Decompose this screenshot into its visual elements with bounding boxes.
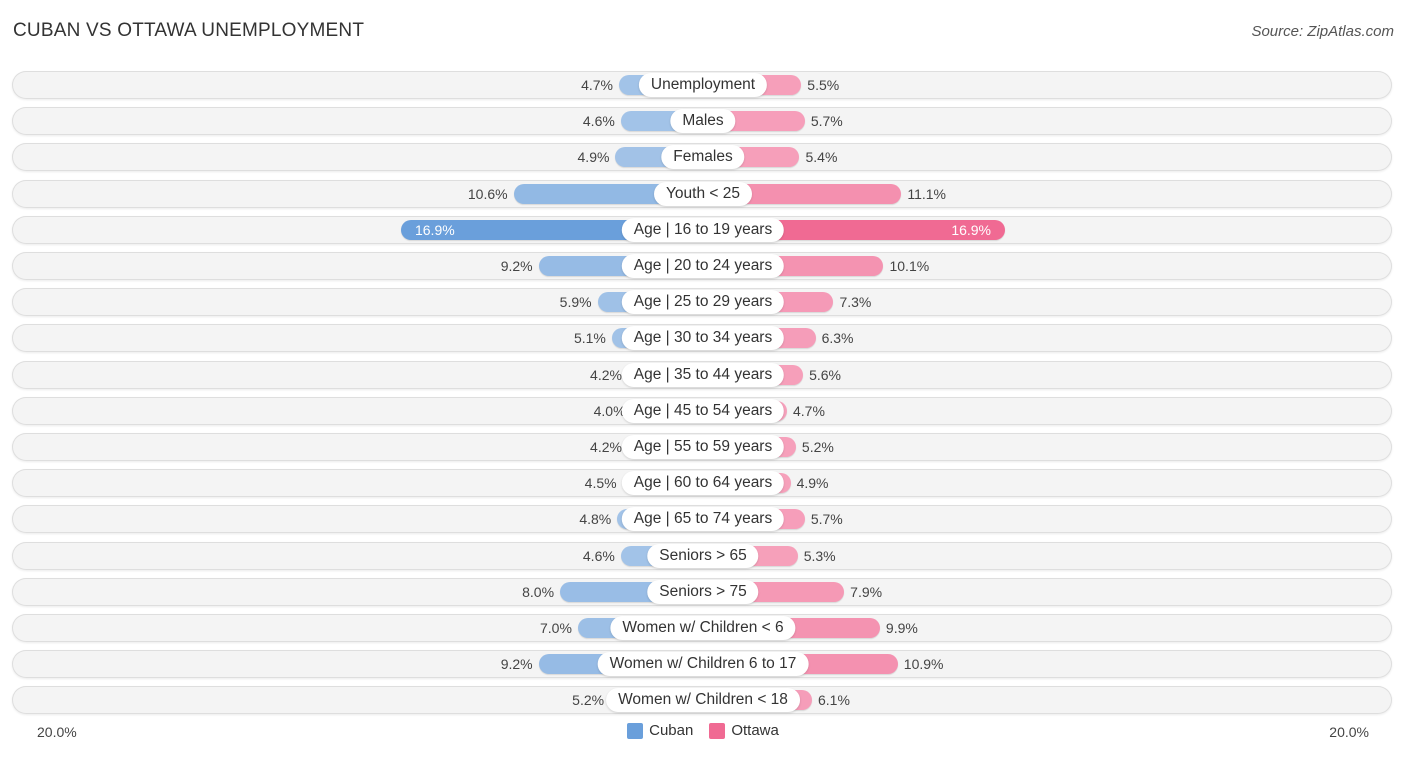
value-label-cuban: 16.9% — [414, 221, 455, 238]
legend-swatch-ottawa — [709, 722, 726, 739]
value-label-cuban: 8.0% — [522, 583, 555, 600]
value-label-ottawa: 5.7% — [810, 113, 843, 130]
value-label-ottawa: 5.6% — [809, 366, 841, 383]
category-label: Age | 16 to 19 years — [621, 217, 785, 242]
category-label: Females — [661, 145, 745, 170]
value-label-cuban: 4.7% — [581, 77, 614, 93]
category-label: Age | 55 to 59 years — [621, 435, 785, 459]
category-label: Age | 20 to 24 years — [621, 254, 785, 278]
value-label-cuban: 5.2% — [572, 692, 605, 709]
value-label-ottawa: 7.9% — [850, 583, 883, 600]
category-label: Seniors > 65 — [647, 543, 759, 568]
category-label: Age | 60 to 64 years — [621, 471, 785, 496]
value-label-cuban: 4.5% — [584, 475, 617, 492]
value-label-cuban: 4.0% — [593, 402, 626, 419]
legend-label-cuban: Cuban — [649, 722, 694, 739]
value-label-cuban: 9.2% — [500, 656, 533, 673]
value-label-ottawa: 11.1% — [907, 185, 947, 202]
category-label: Age | 30 to 34 years — [621, 326, 785, 351]
value-label-ottawa: 5.3% — [803, 547, 836, 564]
category-label: Youth < 25 — [654, 181, 752, 206]
category-label: Women w/ Children < 6 — [610, 616, 796, 640]
value-label-ottawa: 10.1% — [889, 258, 930, 274]
category-label: Age | 45 to 54 years — [621, 398, 785, 423]
value-label-ottawa: 4.7% — [792, 402, 825, 419]
value-label-cuban: 4.6% — [582, 547, 615, 564]
value-label-cuban: 4.8% — [579, 511, 612, 528]
value-label-cuban: 5.9% — [559, 294, 592, 311]
value-label-cuban: 4.2% — [590, 366, 622, 383]
category-label: Women w/ Children 6 to 17 — [597, 652, 809, 677]
value-label-cuban: 4.9% — [577, 149, 610, 166]
category-label: Seniors > 75 — [647, 579, 759, 604]
value-label-ottawa: 7.3% — [839, 294, 872, 311]
value-label-cuban: 9.2% — [500, 258, 533, 274]
value-label-ottawa: 10.9% — [903, 656, 944, 673]
legend-swatch-cuban — [627, 722, 644, 739]
value-label-cuban: 7.0% — [540, 620, 572, 636]
legend-item-cuban[interactable]: Cuban — [627, 722, 693, 739]
legend-label-ottawa: Ottawa — [731, 722, 779, 739]
diverging-bar-chart: 4.7% 5.5% Unemployment 4.6% 5.7% Males 4.9% 5.4… — [0, 0, 1406, 757]
value-label-ottawa: 5.2% — [801, 439, 834, 455]
value-label-cuban: 4.6% — [582, 113, 615, 130]
value-label-ottawa: 9.9% — [885, 620, 918, 636]
value-label-ottawa: 4.9% — [796, 475, 829, 492]
value-label-cuban: 5.1% — [573, 330, 606, 347]
value-label-ottawa: 5.5% — [807, 77, 840, 93]
value-label-cuban: 10.6% — [467, 185, 508, 202]
category-label: Males — [670, 109, 736, 134]
category-label: Age | 65 to 74 years — [621, 507, 785, 532]
category-label: Women w/ Children < 18 — [606, 688, 800, 713]
value-label-ottawa: 6.1% — [818, 692, 850, 709]
value-label-ottawa: 6.3% — [821, 330, 854, 347]
legend: Cuban Ottawa — [0, 722, 1406, 739]
value-label-ottawa: 16.9% — [951, 221, 992, 238]
value-label-ottawa: 5.7% — [810, 511, 843, 528]
legend-item-ottawa[interactable]: Ottawa — [709, 722, 779, 739]
category-label: Age | 35 to 44 years — [621, 362, 785, 387]
value-label-cuban: 4.2% — [590, 439, 622, 455]
category-label: Unemployment — [638, 73, 768, 97]
value-label-ottawa: 5.4% — [805, 149, 838, 166]
category-label: Age | 25 to 29 years — [621, 290, 785, 315]
